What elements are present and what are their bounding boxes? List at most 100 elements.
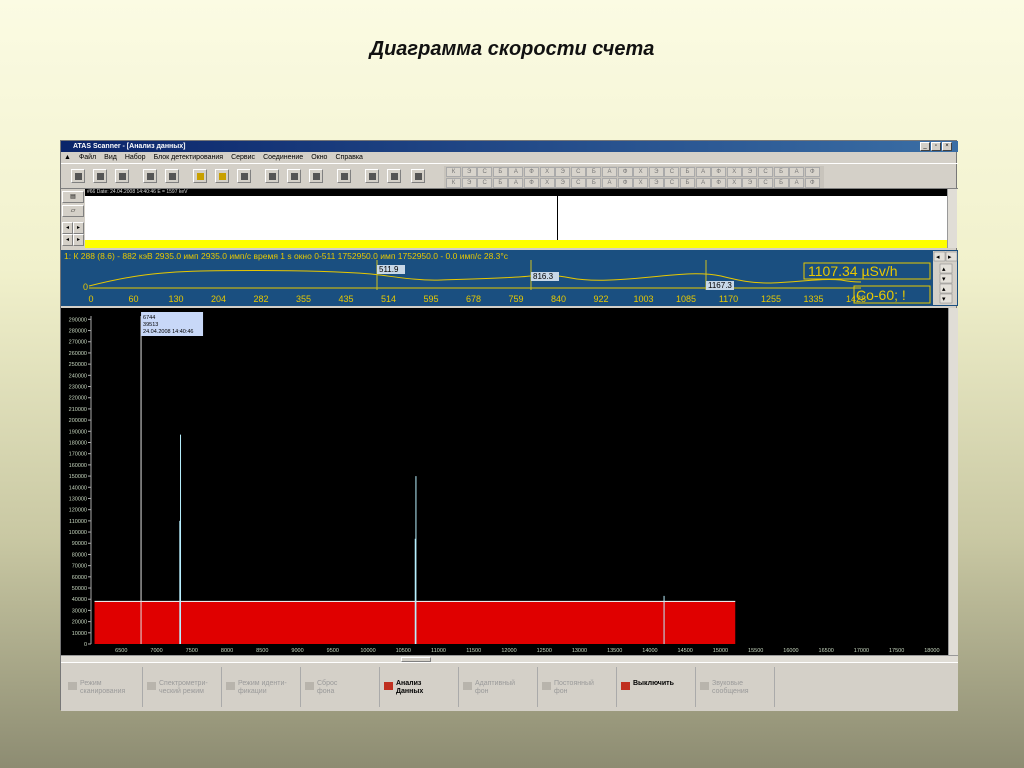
maximize-button[interactable]: ▫ — [931, 142, 941, 151]
y-tick-label: 280000 — [69, 329, 87, 335]
menu-item-6[interactable]: Окно — [311, 154, 327, 161]
y-tick-label: 140000 — [69, 485, 87, 491]
mode-button-label: Спектрометри- — [159, 680, 208, 687]
minimize-button[interactable]: _ — [920, 142, 930, 151]
symbol-cell: Э — [555, 177, 571, 188]
menu-item-7[interactable]: Справка — [335, 154, 362, 161]
mode-button-sublabel: ческий режим — [159, 688, 204, 695]
paste-icon[interactable] — [165, 169, 179, 183]
peak-tooltip-line: 6744 — [143, 315, 155, 321]
profile-nav-glyph: ▸ — [948, 254, 952, 261]
scroll-right-icon[interactable]: ▸ — [73, 222, 84, 234]
menu-item-4[interactable]: Сервис — [231, 154, 255, 161]
profile-nav-glyph: ▾ — [942, 276, 946, 283]
spectrum-chart[interactable]: 0 10000 20000 30000 40000 50000 60000 70000 8000… — [61, 308, 948, 655]
x-tick-label: 12000 — [501, 648, 516, 654]
symbol-cell: Х — [633, 167, 649, 177]
mode-button-sublabel: сканирования — [80, 688, 126, 695]
symbol-cell: Э — [461, 177, 477, 188]
profile-chart[interactable]: 1: К 288 (8.6) - 882 кэВ 2935.0 имп 2935… — [61, 250, 958, 306]
mode-button-5[interactable]: Адаптивный фон — [459, 667, 538, 707]
y-tick-label: 50000 — [72, 586, 87, 592]
profile-x-tick: 1085 — [676, 294, 696, 304]
import-icon[interactable] — [287, 169, 301, 183]
mode-button-label: Звуковые — [712, 680, 743, 687]
symbol-cell: А — [602, 167, 617, 177]
close-button[interactable]: × — [942, 142, 952, 151]
profile-nav-glyph: ◂ — [936, 254, 940, 261]
download-icon[interactable] — [411, 169, 425, 183]
scroll-left-icon[interactable]: ◂ — [62, 222, 73, 234]
x-tick-label: 13000 — [572, 648, 587, 654]
y-tick-label: 210000 — [69, 407, 87, 413]
y-tick-label: 240000 — [69, 373, 87, 379]
play-icon[interactable] — [71, 169, 85, 183]
symbol-cell: К — [446, 167, 461, 177]
profile-x-tick: 0 — [88, 294, 93, 304]
folder-open-icon[interactable]: ▱ — [62, 205, 84, 217]
symbol-cell: Э — [648, 177, 664, 188]
scroll-first-icon[interactable]: ◂ — [62, 234, 73, 246]
record-area — [85, 196, 947, 240]
mode-button-6[interactable]: Постоянный фон — [538, 667, 617, 707]
copy-icon[interactable] — [143, 169, 157, 183]
menu-item-1[interactable]: Вид — [104, 154, 117, 161]
symbol-cell: А — [695, 177, 711, 188]
grid-icon[interactable] — [365, 169, 379, 183]
scroll-last-icon[interactable]: ▸ — [73, 234, 84, 246]
folder-icon[interactable] — [215, 169, 229, 183]
symbol-cell: Ф — [617, 167, 633, 177]
disk-icon[interactable] — [309, 169, 323, 183]
symbol-cell: С — [758, 177, 773, 188]
mode-bar: Режим сканирования Спектрометри-ческий реж… — [61, 662, 958, 711]
horizontal-scrollbar[interactable] — [61, 655, 958, 662]
x-tick-label: 9000 — [291, 648, 303, 654]
spectrum-panel: 0 10000 20000 30000 40000 50000 60000 70000 8000… — [61, 308, 948, 655]
menu-item-3[interactable]: Блок детектирования — [154, 154, 224, 161]
window-titlebar: ATAS Scanner - [Анализ данных] — [61, 141, 958, 152]
mode-button-3[interactable]: Сброс фона — [301, 667, 380, 707]
step-icon[interactable] — [115, 169, 129, 183]
symbol-cell: С — [664, 177, 680, 188]
profile-marker-label: 511.9 — [379, 265, 399, 274]
symbol-cell: Х — [633, 177, 649, 188]
mode-button-1[interactable]: Спектрометри-ческий режим — [143, 667, 222, 707]
printer-icon[interactable]: ▤ — [62, 191, 84, 203]
menu-item-2[interactable]: Набор — [125, 154, 146, 161]
app-menu-icon[interactable]: ▲ — [64, 154, 71, 161]
x-tick-label: 16000 — [783, 648, 798, 654]
save-icon[interactable] — [237, 169, 251, 183]
profile-ymin: 0 — [83, 282, 88, 292]
mode-button-label: Режим — [80, 680, 102, 687]
menu-item-5[interactable]: Соединение — [263, 154, 303, 161]
symbol-cell: С — [758, 167, 773, 177]
profile-x-tick: 759 — [508, 294, 523, 304]
pause-icon[interactable] — [93, 169, 107, 183]
symbol-cell: Б — [492, 177, 508, 188]
open-icon[interactable] — [193, 169, 207, 183]
export-icon[interactable] — [265, 169, 279, 183]
mode-button-4[interactable]: Анализ Данных — [380, 667, 459, 707]
symbol-cell: А — [602, 177, 617, 188]
y-tick-label: 230000 — [69, 385, 87, 391]
menu-item-0[interactable]: Файл — [79, 154, 96, 161]
menu-bar: ▲ Файл Вид Набор Блок детектирования Сервис Со… — [61, 152, 958, 163]
mode-button-7[interactable]: Выключить — [617, 667, 696, 707]
spectrometer-icon — [147, 682, 156, 690]
symbol-cell: Х — [726, 177, 742, 188]
down-icon[interactable] — [387, 169, 401, 183]
record-header: #66 Date: 24.04.2008 14:40:46 E = 1597 k… — [85, 189, 957, 196]
y-tick-label: 70000 — [72, 564, 87, 570]
record-cursor[interactable] — [557, 196, 558, 240]
x-tick-label: 13500 — [607, 648, 622, 654]
adaptive-icon — [463, 682, 472, 690]
spectrum-scrollbar[interactable] — [948, 308, 958, 655]
mode-button-8[interactable]: Звуковые сообщения — [696, 667, 775, 707]
profile-nav-glyph: ▾ — [942, 296, 946, 303]
symbol-cell: С — [570, 167, 586, 177]
mode-button-0[interactable]: Режим сканирования — [64, 667, 143, 707]
symbol-cell: С — [664, 167, 680, 177]
record-scrollbar[interactable] — [947, 189, 957, 248]
mode-button-2[interactable]: Режим иденти-фикации — [222, 667, 301, 707]
print-icon[interactable] — [337, 169, 351, 183]
